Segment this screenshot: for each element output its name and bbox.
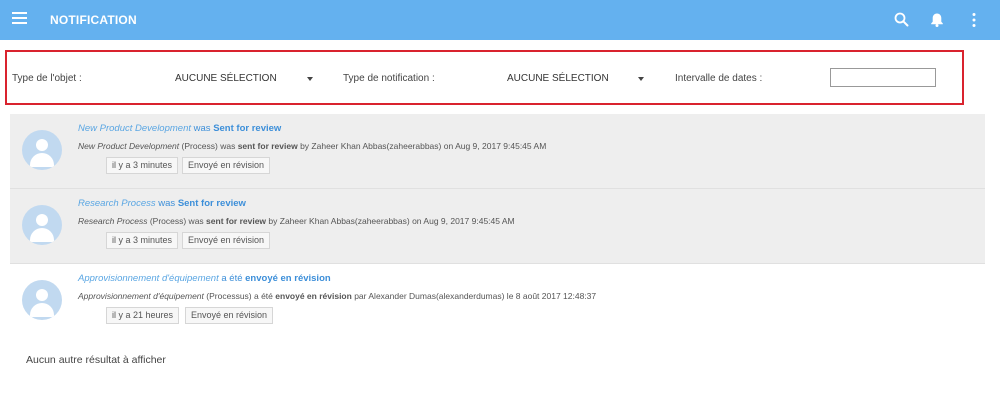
list-item[interactable]: Approvisionnement d'équipement a été env… bbox=[10, 264, 985, 339]
chevron-down-icon[interactable] bbox=[307, 77, 313, 81]
avatar bbox=[22, 205, 62, 245]
bell-icon[interactable] bbox=[927, 10, 947, 30]
date-range-input[interactable] bbox=[830, 68, 936, 87]
list-item[interactable]: Research Process was Sent for review Res… bbox=[10, 189, 985, 264]
avatar bbox=[22, 280, 62, 320]
status-badge: Envoyé en révision bbox=[185, 307, 274, 324]
search-icon[interactable] bbox=[892, 10, 912, 30]
notification-type-label: Type de notification : bbox=[343, 73, 435, 84]
time-badge: il y a 21 heures bbox=[106, 307, 180, 324]
object-type-label: Type de l'objet : bbox=[12, 73, 82, 84]
avatar bbox=[22, 130, 62, 170]
time-badge: il y a 3 minutes bbox=[106, 157, 179, 174]
page-title: NOTIFICATION bbox=[50, 13, 137, 27]
notification-detail: Approvisionnement d'équipement (Processu… bbox=[78, 291, 597, 301]
notification-title: Research Process was Sent for review bbox=[78, 198, 246, 209]
notification-title: New Product Development was Sent for rev… bbox=[78, 123, 282, 134]
notification-detail: Research Process (Process) was sent for … bbox=[78, 216, 515, 226]
more-vertical-icon[interactable] bbox=[964, 10, 984, 30]
action-link[interactable]: envoyé en révision bbox=[245, 273, 331, 284]
filter-panel: Type de l'objet : AUCUNE SÉLECTION Type … bbox=[5, 50, 964, 105]
status-badge: Envoyé en révision bbox=[182, 157, 271, 174]
list-item[interactable]: New Product Development was Sent for rev… bbox=[10, 114, 985, 189]
date-range-label: Intervalle de dates : bbox=[675, 73, 763, 84]
object-link[interactable]: Research Process bbox=[78, 198, 156, 209]
status-badge: Envoyé en révision bbox=[182, 232, 271, 249]
hamburger-icon[interactable] bbox=[12, 12, 27, 26]
action-link[interactable]: Sent for review bbox=[213, 123, 281, 134]
action-link[interactable]: Sent for review bbox=[178, 198, 246, 209]
notification-detail: New Product Development (Process) was se… bbox=[78, 141, 547, 151]
chevron-down-icon[interactable] bbox=[638, 77, 644, 81]
object-type-select[interactable]: AUCUNE SÉLECTION bbox=[175, 73, 277, 84]
time-badge: il y a 3 minutes bbox=[106, 232, 179, 249]
object-link[interactable]: New Product Development bbox=[78, 123, 191, 134]
no-more-results: Aucun autre résultat à afficher bbox=[26, 354, 166, 366]
object-link[interactable]: Approvisionnement d'équipement bbox=[78, 273, 219, 284]
notification-type-select[interactable]: AUCUNE SÉLECTION bbox=[507, 73, 609, 84]
notification-title: Approvisionnement d'équipement a été env… bbox=[78, 273, 331, 284]
app-header: NOTIFICATION bbox=[0, 0, 1000, 40]
